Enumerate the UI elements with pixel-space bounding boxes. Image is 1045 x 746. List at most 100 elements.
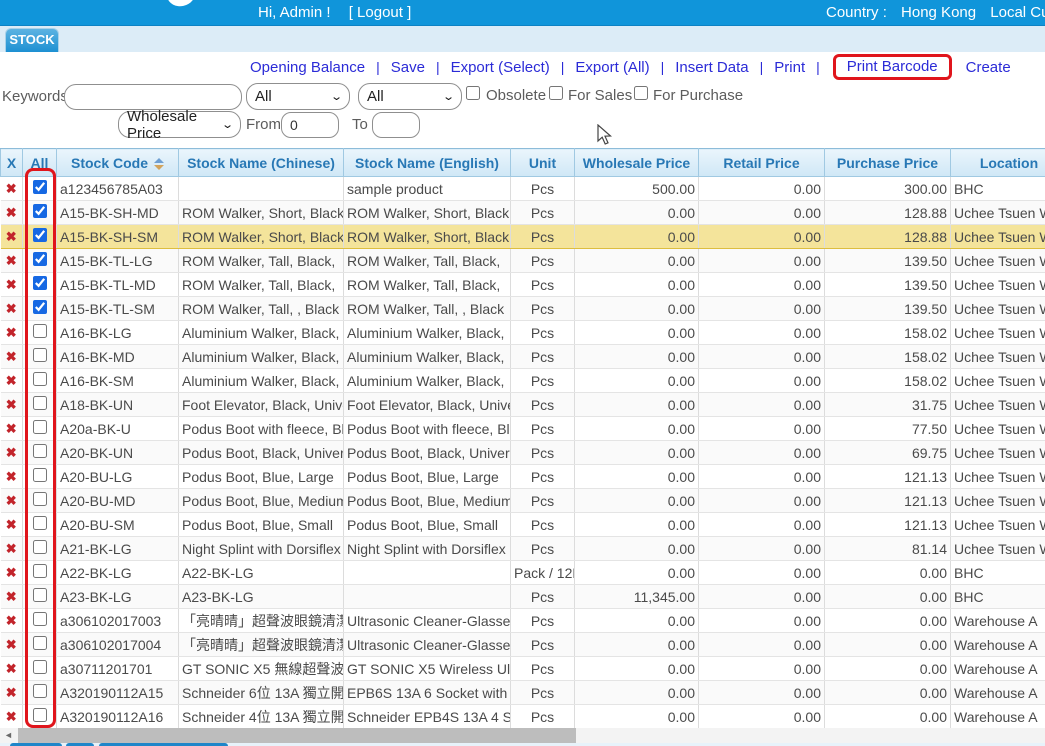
row-select-checkbox[interactable] — [33, 588, 47, 602]
row-select-checkbox[interactable] — [33, 468, 47, 482]
header-retail-price[interactable]: Retail Price — [699, 149, 825, 177]
price-to-input[interactable] — [372, 112, 420, 138]
stock-name-english-cell — [344, 561, 511, 585]
stock-name-english-cell: Aluminium Walker, Black, — [344, 345, 511, 369]
export-all-link[interactable]: Export (All) — [575, 59, 649, 76]
insert-data-link[interactable]: Insert Data — [675, 59, 748, 76]
row-select-checkbox[interactable] — [33, 636, 47, 650]
stock-code-cell: A320190112A15 — [57, 681, 179, 705]
row-select-checkbox[interactable] — [33, 228, 47, 242]
category-select-2[interactable]: All ⌄ — [358, 83, 462, 110]
sort-arrows-icon[interactable] — [154, 158, 164, 170]
header-location[interactable]: Location — [951, 149, 1045, 177]
delete-row-icon[interactable]: ✖ — [6, 709, 17, 724]
location-cell: Uchee Tsuen W — [951, 249, 1045, 273]
unit-cell: Pcs — [511, 345, 575, 369]
header-unit[interactable]: Unit — [511, 149, 575, 177]
delete-row-icon[interactable]: ✖ — [6, 661, 17, 676]
tab-stock[interactable]: STOCK — [5, 28, 59, 52]
row-select-checkbox[interactable] — [33, 444, 47, 458]
toolbar-separator: | — [376, 59, 380, 75]
save-link[interactable]: Save — [391, 59, 425, 76]
delete-row-icon[interactable]: ✖ — [6, 301, 17, 316]
row-select-checkbox[interactable] — [33, 492, 47, 506]
delete-row-icon[interactable]: ✖ — [6, 541, 17, 556]
wholesale-price-cell: 0.00 — [575, 273, 699, 297]
row-cell-checkbox — [23, 441, 57, 465]
row-cell-checkbox — [23, 657, 57, 681]
delete-row-icon[interactable]: ✖ — [6, 373, 17, 388]
delete-row-icon[interactable]: ✖ — [6, 277, 17, 292]
header-wholesale-price[interactable]: Wholesale Price — [575, 149, 699, 177]
row-select-checkbox[interactable] — [33, 420, 47, 434]
row-select-checkbox[interactable] — [33, 252, 47, 266]
location-cell: Uchee Tsuen W — [951, 273, 1045, 297]
row-select-checkbox[interactable] — [33, 348, 47, 362]
export-select-link[interactable]: Export (Select) — [451, 59, 550, 76]
row-select-checkbox[interactable] — [33, 372, 47, 386]
delete-row-icon[interactable]: ✖ — [6, 445, 17, 460]
keywords-input[interactable] — [64, 84, 242, 110]
delete-row-icon[interactable]: ✖ — [6, 181, 17, 196]
obsolete-checkbox[interactable] — [466, 86, 480, 100]
scrollbar-thumb[interactable] — [18, 728, 576, 743]
header-purchase-price[interactable]: Purchase Price — [825, 149, 951, 177]
delete-row-icon[interactable]: ✖ — [6, 469, 17, 484]
print-barcode-link[interactable]: Print Barcode — [847, 58, 938, 75]
header-stock-code[interactable]: Stock Code — [57, 149, 179, 177]
row-select-checkbox[interactable] — [33, 180, 47, 194]
delete-row-icon[interactable]: ✖ — [6, 229, 17, 244]
header-stock-name-english[interactable]: Stock Name (English) — [344, 149, 511, 177]
delete-row-icon[interactable]: ✖ — [6, 517, 17, 532]
scroll-left-arrow-icon[interactable]: ◄ — [0, 728, 17, 743]
header-delete-all[interactable]: X — [1, 149, 23, 177]
delete-row-icon[interactable]: ✖ — [6, 493, 17, 508]
row-select-checkbox[interactable] — [33, 276, 47, 290]
delete-row-icon[interactable]: ✖ — [6, 565, 17, 580]
row-select-checkbox[interactable] — [33, 396, 47, 410]
logout-link[interactable]: [ Logout ] — [349, 4, 412, 21]
for-purchase-checkbox[interactable] — [634, 86, 648, 100]
row-select-checkbox[interactable] — [33, 204, 47, 218]
delete-row-icon[interactable]: ✖ — [6, 205, 17, 220]
stock-name-english-cell: sample product — [344, 177, 511, 201]
delete-row-icon[interactable]: ✖ — [6, 253, 17, 268]
print-link[interactable]: Print — [774, 59, 805, 76]
horizontal-scrollbar[interactable]: ◄ — [0, 728, 1045, 743]
delete-row-icon[interactable]: ✖ — [6, 613, 17, 628]
row-select-checkbox[interactable] — [33, 684, 47, 698]
stock-code-cell: A16-BK-LG — [57, 321, 179, 345]
row-select-checkbox[interactable] — [33, 516, 47, 530]
for-sales-checkbox[interactable] — [549, 86, 563, 100]
row-select-checkbox[interactable] — [33, 660, 47, 674]
stock-name-english-cell: ROM Walker, Tall, , Black — [344, 297, 511, 321]
stock-name-english-cell: EPB6S 13A 6 Socket with — [344, 681, 511, 705]
price-from-input[interactable] — [281, 112, 339, 138]
row-cell-delete: ✖ — [1, 249, 23, 273]
row-select-checkbox[interactable] — [33, 300, 47, 314]
delete-row-icon[interactable]: ✖ — [6, 349, 17, 364]
delete-row-icon[interactable]: ✖ — [6, 637, 17, 652]
row-select-checkbox[interactable] — [33, 564, 47, 578]
row-select-checkbox[interactable] — [33, 324, 47, 338]
stock-name-chinese-cell: ROM Walker, Tall, Black, — [179, 273, 344, 297]
purchase-price-cell: 0.00 — [825, 609, 951, 633]
header-select-all[interactable]: All — [23, 149, 57, 177]
location-cell: Uchee Tsuen W — [951, 465, 1045, 489]
opening-balance-link[interactable]: Opening Balance — [250, 59, 365, 76]
delete-row-icon[interactable]: ✖ — [6, 421, 17, 436]
create-link[interactable]: Create — [966, 59, 1011, 76]
stock-code-cell: A15-BK-TL-LG — [57, 249, 179, 273]
row-select-checkbox[interactable] — [33, 708, 47, 722]
delete-row-icon[interactable]: ✖ — [6, 325, 17, 340]
delete-row-icon[interactable]: ✖ — [6, 589, 17, 604]
stock-code-cell: A20-BU-SM — [57, 513, 179, 537]
category-select-1[interactable]: All ⌄ — [246, 83, 350, 110]
price-type-select[interactable]: Wholesale Price ⌄ — [118, 111, 241, 138]
row-select-checkbox[interactable] — [33, 612, 47, 626]
header-stock-name-chinese[interactable]: Stock Name (Chinese) — [179, 149, 344, 177]
delete-row-icon[interactable]: ✖ — [6, 685, 17, 700]
delete-row-icon[interactable]: ✖ — [6, 397, 17, 412]
stock-name-chinese-cell: Podus Boot with fleece, Bl — [179, 417, 344, 441]
row-select-checkbox[interactable] — [33, 540, 47, 554]
